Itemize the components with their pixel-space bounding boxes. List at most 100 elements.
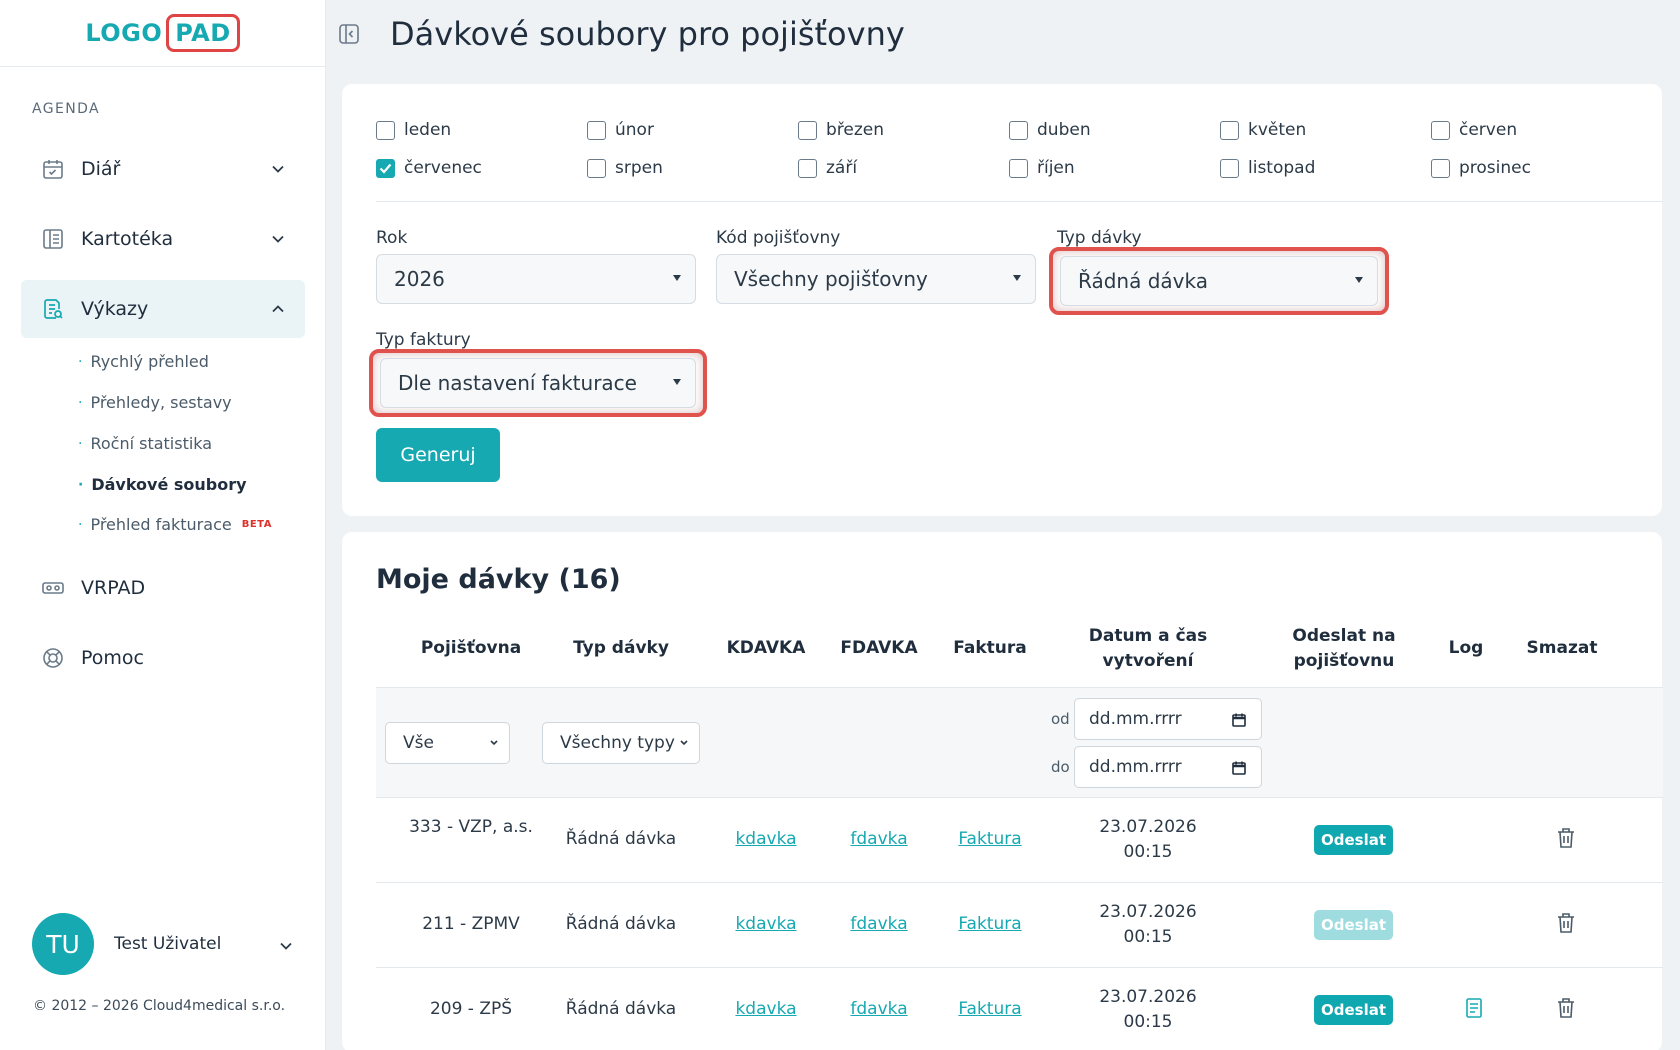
- insurer-code-select-value: Všechny pojišťovny: [734, 267, 928, 291]
- trash-icon[interactable]: [1556, 997, 1576, 1023]
- user-menu[interactable]: TU Test Uživatel: [32, 913, 292, 975]
- batch-type-select[interactable]: Řádná dávka: [1060, 256, 1378, 306]
- trash-icon[interactable]: [1556, 827, 1576, 853]
- checkbox-checked[interactable]: [376, 158, 395, 178]
- sidebar-item-kartoteka[interactable]: Kartotéka: [21, 210, 305, 268]
- insurer-code-select[interactable]: Všechny pojišťovny: [716, 254, 1036, 304]
- column-header-datetime: Datum a čas vytvoření: [1088, 626, 1208, 671]
- date-from-placeholder: dd.mm.rrrr: [1089, 709, 1182, 729]
- month-label: listopad: [1248, 158, 1316, 178]
- month-label: březen: [826, 120, 885, 140]
- year-select[interactable]: 2026: [376, 254, 696, 304]
- month-checkbox[interactable]: leden: [376, 120, 451, 140]
- checkbox[interactable]: [798, 158, 817, 178]
- calendar-icon[interactable]: [1231, 712, 1247, 733]
- sidebar-subitem-davkove-soubory[interactable]: · Dávkové soubory: [78, 475, 247, 494]
- sidebar-item-vykazy[interactable]: Výkazy: [21, 280, 305, 338]
- generate-button[interactable]: Generuj: [376, 428, 500, 482]
- page-title: Dávkové soubory pro pojišťovny: [390, 14, 905, 53]
- cell-batch-type: Řádná dávka: [565, 999, 677, 1019]
- cell-batch-type: Řádná dávka: [565, 914, 677, 934]
- kdavka-link[interactable]: kdavka: [716, 997, 816, 1022]
- cell-batch-type: Řádná dávka: [565, 829, 677, 849]
- sidebar-subitem-prehled-fakturace[interactable]: · Přehled fakturace BETA: [78, 515, 272, 534]
- row-divider: [376, 882, 1663, 883]
- checkbox[interactable]: [1431, 158, 1450, 178]
- month-checkbox[interactable]: srpen: [587, 158, 663, 178]
- cell-datetime: 23.07.2026 00:15: [1099, 987, 1197, 1032]
- sidebar-subitem-label: Přehledy, sestavy: [90, 393, 232, 412]
- month-label: únor: [615, 120, 654, 140]
- sidebar: LOGO PAD AGENDA Diář Kartotéka Výkazy ·: [0, 0, 326, 1050]
- month-checkbox[interactable]: listopad: [1220, 158, 1315, 178]
- divider: [376, 201, 1663, 202]
- chevron-up-icon: [263, 305, 293, 313]
- date-to-placeholder: dd.mm.rrrr: [1089, 757, 1182, 777]
- kdavka-link[interactable]: kdavka: [716, 912, 816, 937]
- year-label: Rok: [376, 228, 408, 248]
- month-checkbox[interactable]: prosinec: [1431, 158, 1531, 178]
- sidebar-subitem-prehledy-sestavy[interactable]: · Přehledy, sestavy: [78, 393, 232, 412]
- checkbox[interactable]: [376, 120, 395, 140]
- month-checkbox[interactable]: květen: [1220, 120, 1306, 140]
- user-name: Test Uživatel: [114, 934, 222, 954]
- type-filter-select[interactable]: Všechny typy: [542, 722, 700, 764]
- checkbox[interactable]: [1009, 120, 1028, 140]
- month-label: červenec: [404, 158, 482, 178]
- checkbox[interactable]: [798, 120, 817, 140]
- month-checkbox[interactable]: březen: [798, 120, 884, 140]
- cell-insurer: 333 - VZP, a.s.: [409, 817, 533, 837]
- date-from-input[interactable]: dd.mm.rrrr: [1074, 698, 1262, 740]
- invoice-link[interactable]: Faktura: [940, 912, 1040, 937]
- cell-insurer: 209 - ZPŠ: [429, 999, 513, 1019]
- invoice-type-label: Typ faktury: [376, 330, 471, 350]
- fdavka-link[interactable]: fdavka: [829, 997, 929, 1022]
- insurer-filter-select[interactable]: Vše: [385, 722, 510, 764]
- column-header-invoice: Faktura: [953, 638, 1027, 658]
- month-checkbox[interactable]: únor: [587, 120, 654, 140]
- invoice-link[interactable]: Faktura: [940, 827, 1040, 852]
- invoice-type-select[interactable]: Dle nastavení fakturace: [380, 358, 696, 408]
- invoice-link[interactable]: Faktura: [940, 997, 1040, 1022]
- fdavka-link[interactable]: fdavka: [829, 827, 929, 852]
- sidebar-subitem-rychly-prehled[interactable]: · Rychlý přehled: [78, 352, 209, 371]
- checkbox[interactable]: [1220, 120, 1239, 140]
- checkbox[interactable]: [587, 158, 606, 178]
- log-document-icon[interactable]: [1465, 997, 1483, 1023]
- sidebar-collapse-icon[interactable]: [334, 19, 364, 49]
- month-checkbox[interactable]: červen: [1431, 120, 1517, 140]
- bullet-dot: ·: [78, 394, 83, 411]
- caret-down-icon: [673, 275, 681, 281]
- sidebar-item-label: Výkazy: [81, 298, 149, 320]
- sidebar-subitem-label: Rychlý přehled: [90, 352, 209, 371]
- table-filter-row: Vše Všechny typy od dd.mm.rrrr do dd.mm.…: [376, 687, 1663, 798]
- logo[interactable]: LOGO PAD: [85, 14, 240, 52]
- sidebar-item-label: Diář: [81, 158, 121, 180]
- month-label: září: [826, 158, 858, 178]
- fdavka-link[interactable]: fdavka: [829, 912, 929, 937]
- sidebar-subitem-rocni-statistika[interactable]: · Roční statistika: [78, 434, 212, 453]
- sidebar-item-pomoc[interactable]: Pomoc: [21, 629, 305, 687]
- send-button[interactable]: Odeslat: [1314, 825, 1393, 855]
- caret-down-icon: [673, 379, 681, 385]
- date-to-label: do: [1051, 758, 1070, 776]
- month-label: srpen: [615, 158, 663, 178]
- trash-icon[interactable]: [1556, 912, 1576, 938]
- month-checkbox[interactable]: červenec: [376, 158, 482, 178]
- kdavka-link[interactable]: kdavka: [716, 827, 816, 852]
- checkbox[interactable]: [1220, 158, 1239, 178]
- month-checkbox[interactable]: duben: [1009, 120, 1091, 140]
- checkbox[interactable]: [587, 120, 606, 140]
- sidebar-item-vrpad[interactable]: VRPAD: [21, 559, 305, 617]
- date-to-input[interactable]: dd.mm.rrrr: [1074, 746, 1262, 788]
- type-filter-value: Všechny typy: [560, 733, 675, 753]
- send-button[interactable]: Odeslat: [1314, 995, 1393, 1025]
- month-label: květen: [1248, 120, 1307, 140]
- checkbox[interactable]: [1431, 120, 1450, 140]
- sidebar-item-diar[interactable]: Diář: [21, 140, 305, 198]
- calendar-icon[interactable]: [1231, 760, 1247, 781]
- month-checkbox[interactable]: říjen: [1009, 158, 1075, 178]
- chevron-down-icon: [263, 165, 293, 173]
- checkbox[interactable]: [1009, 158, 1028, 178]
- month-checkbox[interactable]: září: [798, 158, 857, 178]
